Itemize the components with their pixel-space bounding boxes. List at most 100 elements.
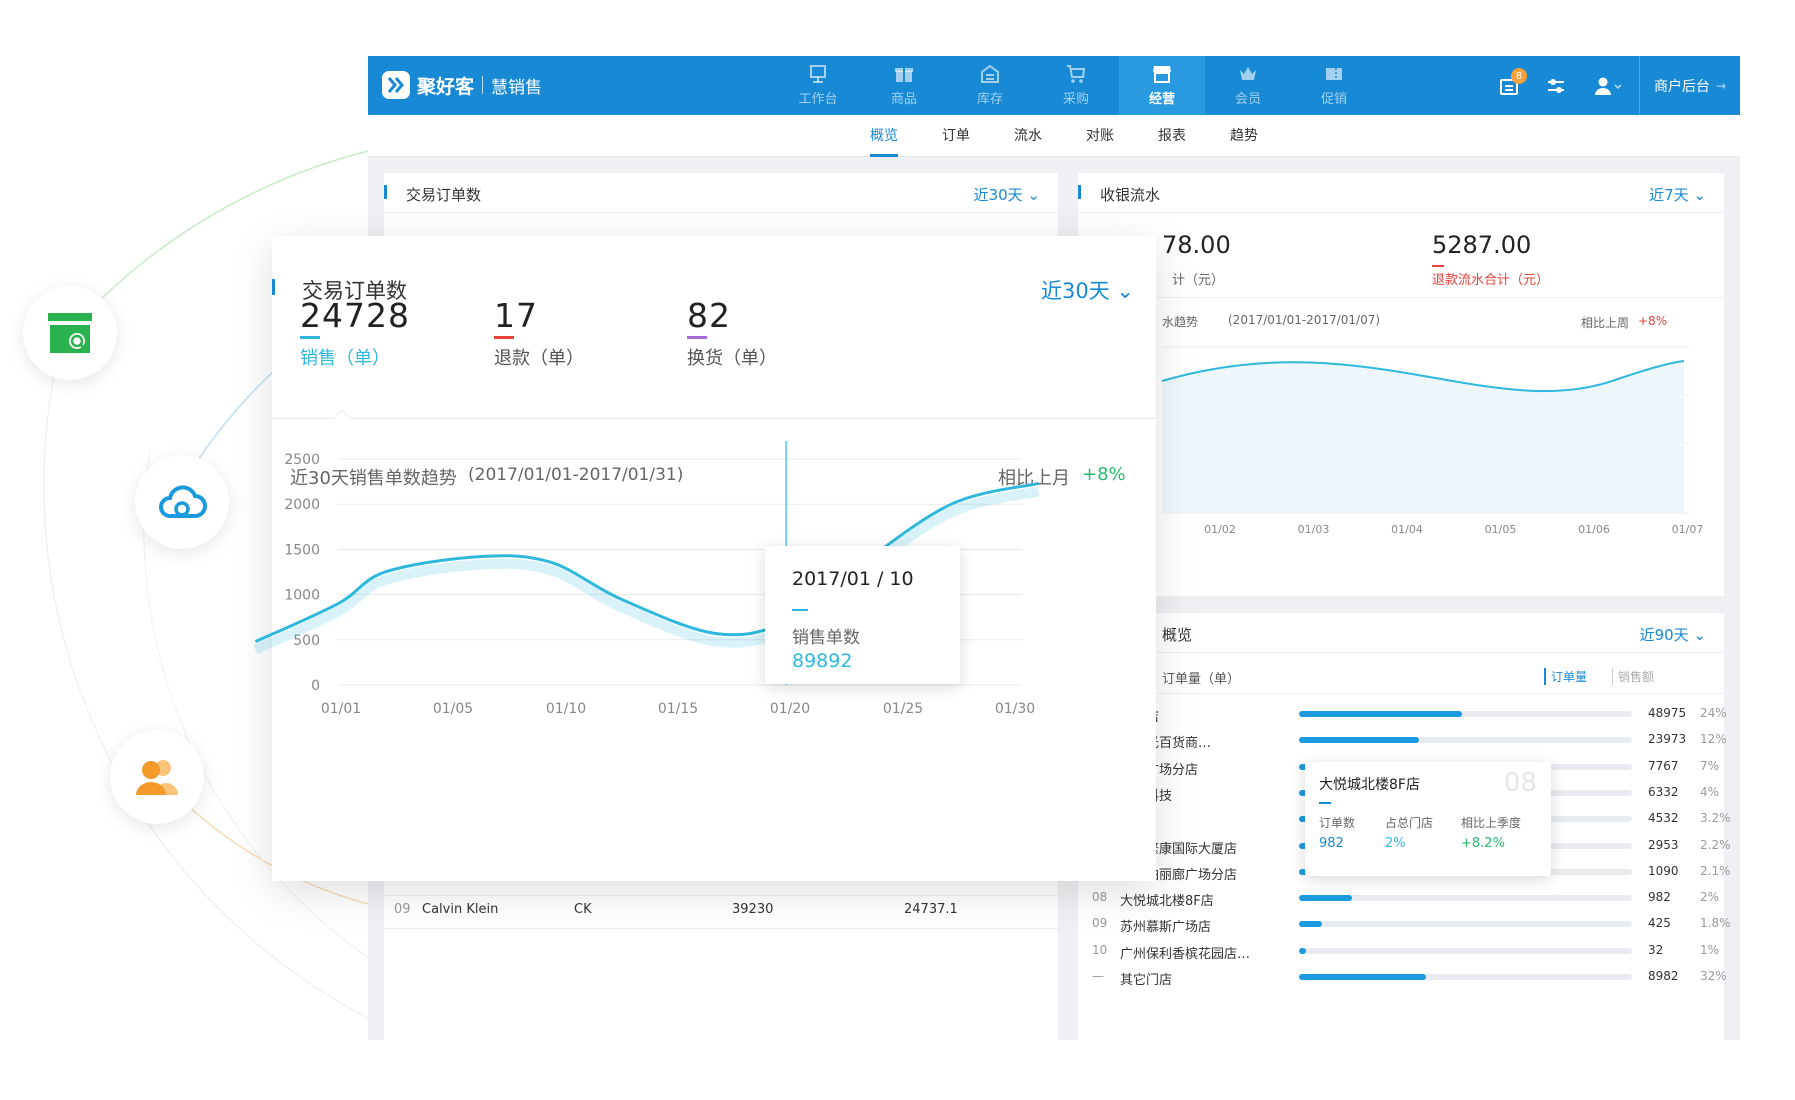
tooltip-accent [792,609,808,611]
table-row[interactable]: 09 Calvin Klein CK 39230 24737.1 [384,892,1058,929]
toggle-sales[interactable]: 销售额 [1612,668,1654,685]
x-tick-label: 01/01 [321,701,361,717]
orders-range-select[interactable]: 近30天 ⌄ [974,184,1040,205]
cash-range-select[interactable]: 近7天 ⌄ [1649,184,1706,205]
y-tick-label: 1500 [284,542,320,558]
store-value: 32 [1648,942,1664,957]
toggle-orders[interactable]: 订单量 [1544,668,1587,685]
store-bar-track [1299,711,1632,717]
tooltip-stat-label: 相比上季度 [1461,816,1522,830]
store-pct: 2% [1700,890,1720,905]
store-subtitle: 订单量（单） [1162,672,1241,687]
store-row[interactable]: 塘街店4897524% [1092,700,1740,729]
store-pct: 32% [1700,969,1727,983]
nav-item-4[interactable]: 经营 [1119,56,1205,115]
store-value: 8982 [1648,969,1679,983]
store-row[interactable]: 单汉光百货商… 23973 12% [1092,726,1740,755]
subnav-item-0[interactable]: 概览 [848,115,920,157]
message-badge: 8 [1510,68,1527,84]
cash-x-tick: 01/02 [1204,523,1236,536]
nav-item-0[interactable]: 工作台 [775,56,861,115]
refund-total-value: 5287.00 [1432,231,1532,259]
side-circle-store[interactable] [23,286,117,380]
store-value: 48975 [1648,706,1687,720]
refund-total-label: 退款流水合计（元） [1432,273,1550,288]
nav-label: 会员 [1234,92,1261,107]
subnav-item-2[interactable]: 流水 [992,115,1064,157]
settings-button[interactable] [1533,56,1579,115]
main-nav: 工作台 商品 库存 采购 经营 会员 促销 [775,56,1377,115]
store-bar-fill [1299,895,1353,902]
store-name: 其它门店 [1120,973,1173,988]
nav-label: 库存 [976,92,1003,107]
y-tick-label: 2000 [284,497,320,513]
store-row[interactable]: 08 大悦城北楼8F店 982 2% [1092,884,1740,913]
tooltip-stat-label: 占总门店 [1385,816,1434,830]
store-pct: 2.2% [1700,837,1731,852]
store-value: 2953 [1648,837,1679,852]
user-menu-button[interactable] [1579,56,1639,115]
subnav-item-3[interactable]: 对账 [1064,115,1136,157]
store-pct: 1.8% [1700,916,1731,931]
store-row[interactable]: 09 苏州慕斯广场店 425 1.8% [1092,910,1740,939]
tooltip-stat-value: 982 [1319,836,1344,851]
nav-label: 促销 [1320,92,1347,107]
store-pct: 24% [1700,706,1727,720]
store-name: 大悦城北楼8F店 [1120,894,1214,910]
row-count: 39230 [732,902,774,917]
cash-x-tick: 01/05 [1485,523,1517,536]
store-name: 广州保利香槟花园店… [1120,946,1251,962]
nav-item-1[interactable]: 商品 [861,56,947,115]
users-icon [136,760,178,795]
brand-name: 聚好客 [417,75,475,98]
store-bar-track [1299,947,1632,954]
nav-label: 经营 [1148,92,1175,107]
nav-item-5[interactable]: 会员 [1205,56,1291,115]
x-tick-label: 01/25 [883,701,923,717]
merchant-backend-label: 商户后台 [1653,78,1710,95]
store-bar-fill [1299,974,1426,980]
nav-item-2[interactable]: 库存 [947,56,1033,115]
toggle-orders-label: 订单量 [1551,670,1588,684]
gift-icon [895,68,913,82]
store-panel: 概览 近90天 ⌄ 订单量（单） 订单量 销售额 塘街店4897524%单汉光百… [1078,613,1731,1040]
tooltip-accent [1319,802,1331,804]
nav-item-6[interactable]: 促销 [1291,56,1377,115]
row-code: CK [574,902,592,917]
message-button[interactable]: 8 [1487,56,1533,115]
store-value: 982 [1648,890,1671,905]
nav-label: 采购 [1062,92,1089,107]
cloud-icon [159,485,207,518]
store-row[interactable]: — 其它门店 8982 32% [1092,963,1740,992]
side-circle-cloud[interactable] [135,455,229,549]
sub-nav-items: 概览 订单 流水 对账 报表 趋势 [848,115,1280,157]
cash-divider [1078,297,1724,298]
x-tick-label: 01/05 [433,701,473,717]
store-range-select[interactable]: 近90天 ⌄ [1640,624,1706,645]
store-value: 1090 [1648,863,1679,878]
subnav-item-1[interactable]: 订单 [920,115,992,157]
sliders-icon [1547,78,1564,93]
tooltip-value: 89892 [792,650,853,672]
merchant-backend-link[interactable]: 商户后台 → [1638,56,1740,115]
row-index: 09 [394,902,411,917]
subnav-item-4[interactable]: 报表 [1136,115,1208,157]
x-tick-label: 01/10 [546,701,586,717]
nav-item-3[interactable]: 采购 [1033,56,1119,115]
tooltip-stat-value: +8.2% [1461,836,1505,851]
store-value: 425 [1648,916,1671,931]
logo[interactable]: 聚好客 慧销售 [382,71,542,99]
side-circle-users[interactable] [110,730,204,824]
cash-total-value: 78.00 [1162,231,1231,259]
row-amount: 24737.1 [904,902,958,917]
store-name: 苏州慕斯广场店 [1120,920,1212,936]
cash-x-tick: 01/04 [1391,523,1423,536]
user-icon [1594,77,1622,95]
tooltip-store-name: 大悦城北楼8F店 [1319,777,1420,793]
store-bar-track [1299,737,1632,744]
store-row[interactable]: 10 广州保利香槟花园店… 32 1% [1092,937,1740,966]
subnav-item-5[interactable]: 趋势 [1208,115,1280,157]
store-bar-fill [1299,737,1419,744]
store-value: 6332 [1648,784,1679,799]
y-tick-label: 2500 [284,452,320,468]
